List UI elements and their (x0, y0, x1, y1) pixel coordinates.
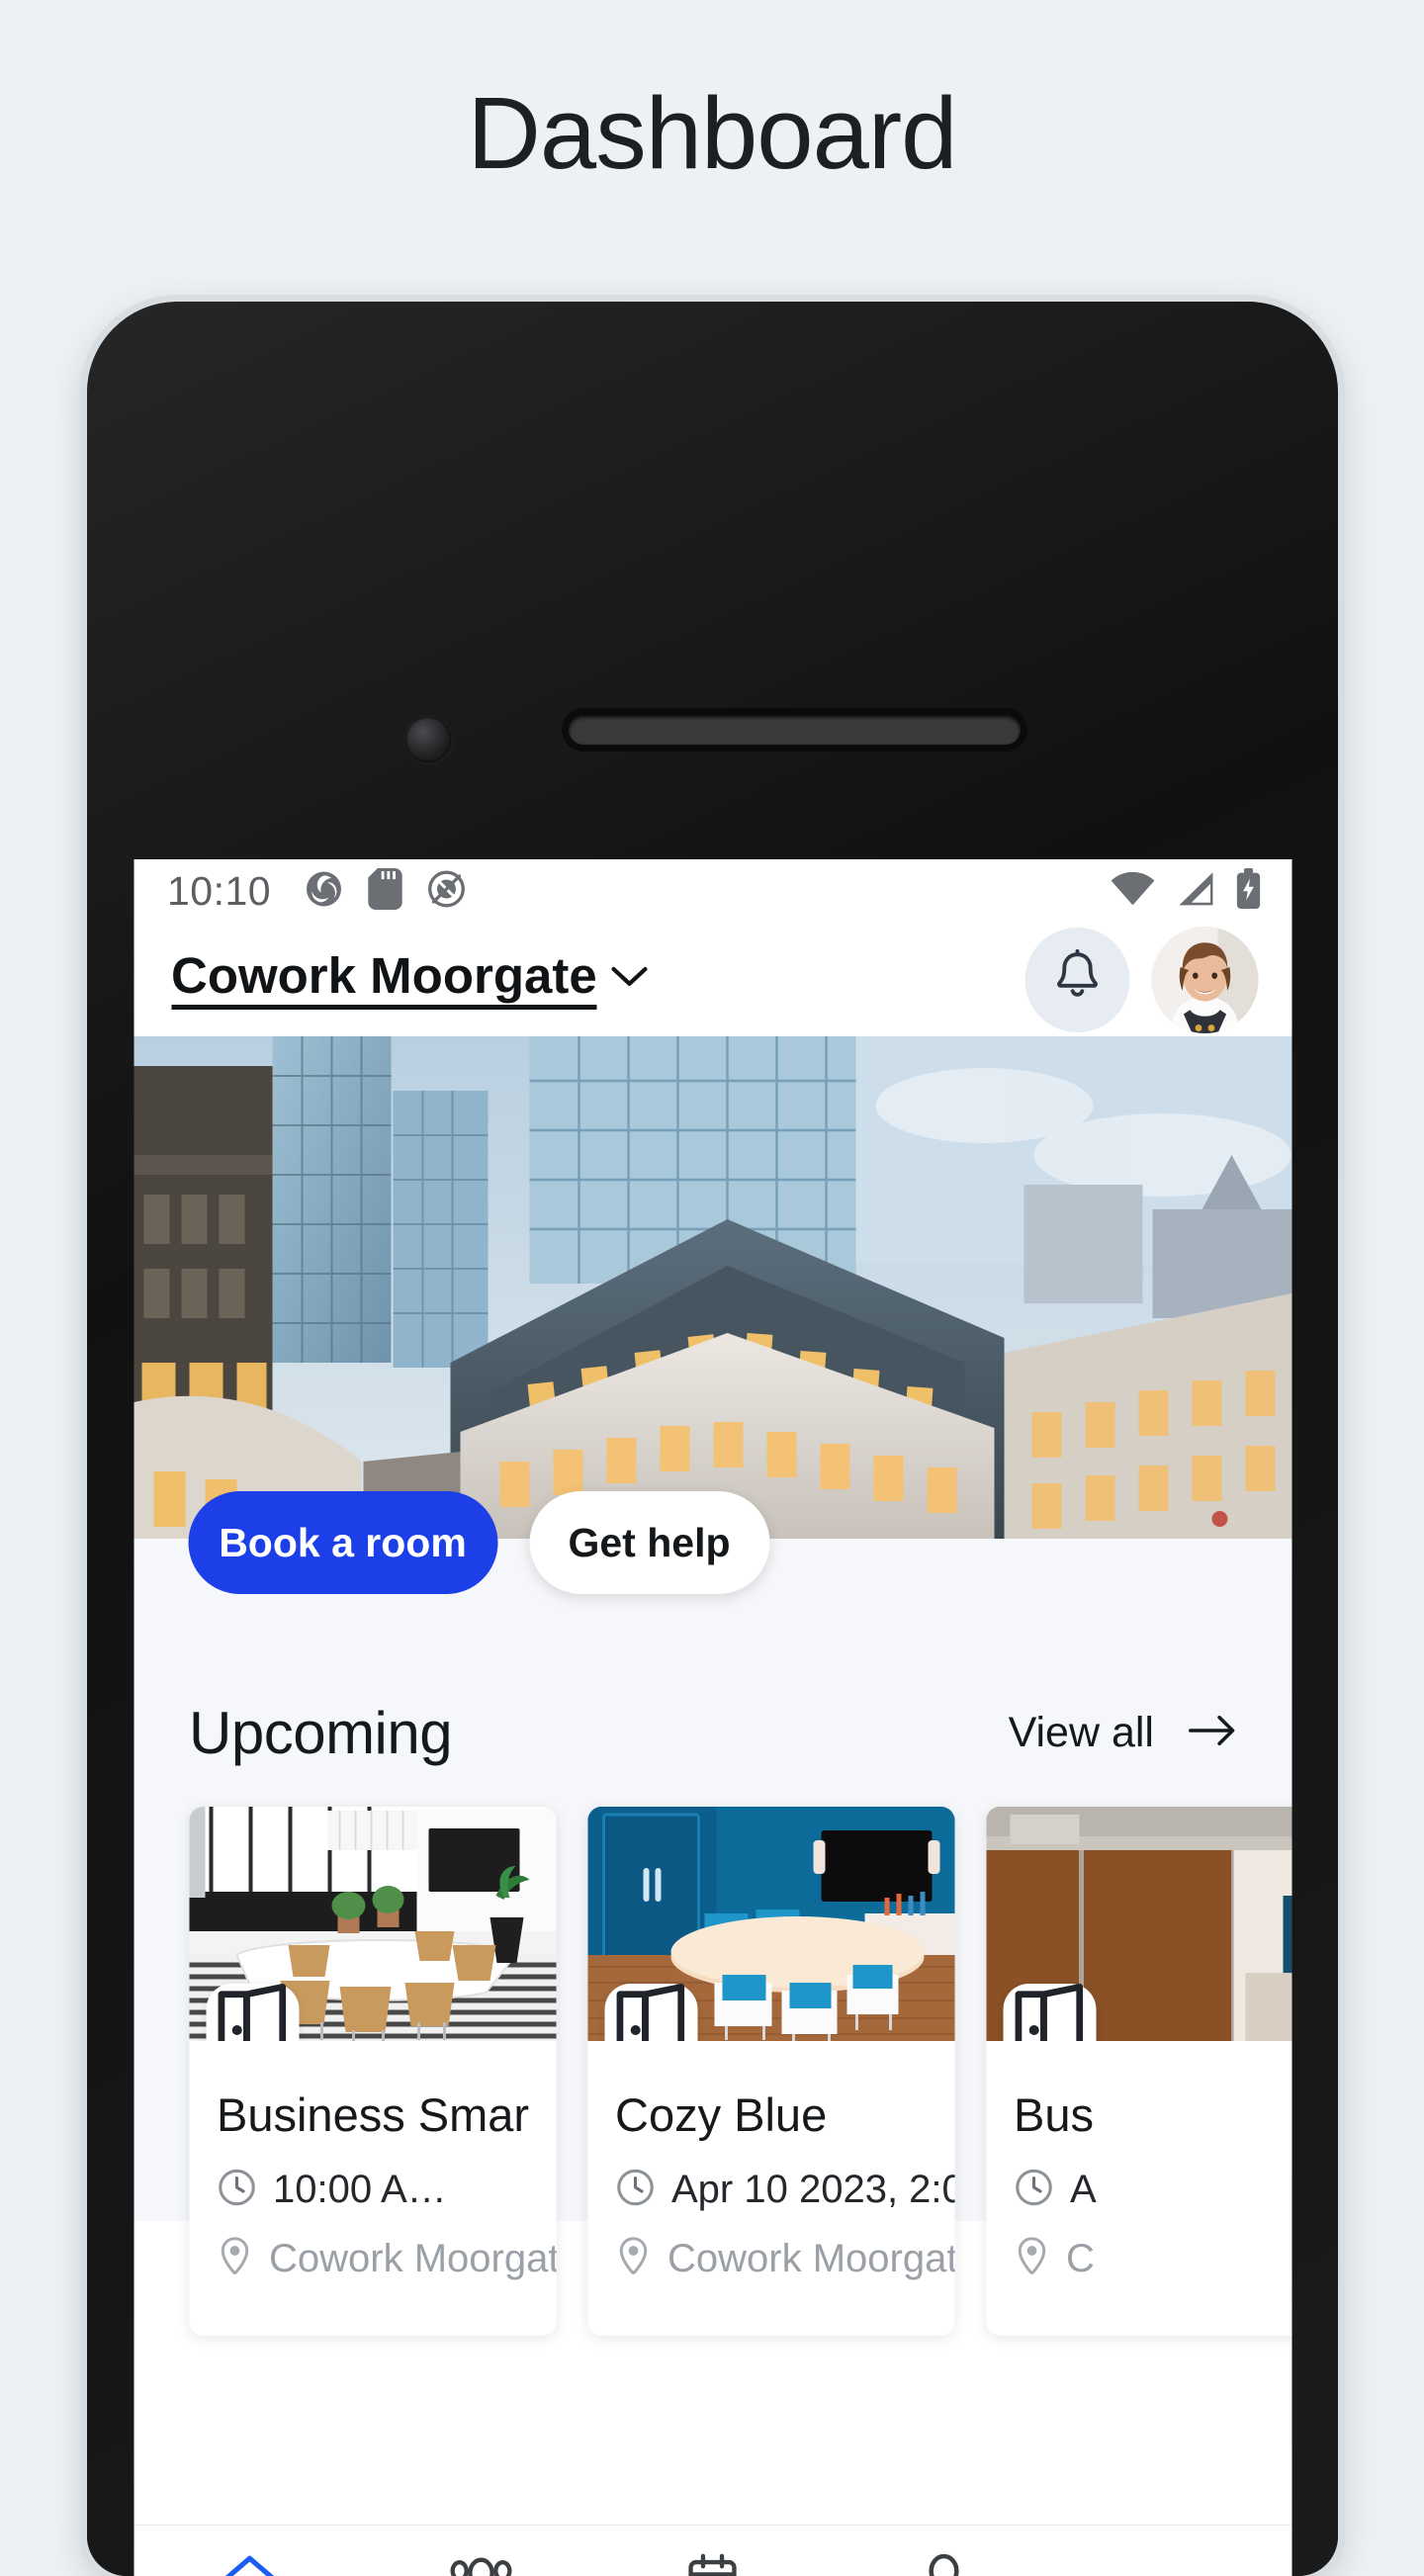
upcoming-header: Upcoming View all (134, 1699, 1291, 1767)
app-header: Cowork Moorgate (134, 923, 1291, 1036)
nav-item-show-all[interactable]: Show All (1060, 2552, 1291, 2576)
sync-icon (303, 868, 344, 915)
bell-icon (1051, 948, 1103, 1010)
cellular-signal-icon (1174, 869, 1215, 914)
status-bar: 10:10 (134, 859, 1291, 923)
front-camera-icon (405, 717, 451, 762)
room-photo (189, 1807, 556, 2041)
bottom-navigation-bar: Dashboard Community (134, 2525, 1291, 2576)
room-name: Bus (1014, 2088, 1094, 2141)
location-pin-icon (217, 2236, 252, 2282)
location-pin-icon (615, 2236, 651, 2282)
status-bar-left-icons (303, 867, 467, 915)
arrow-right-icon[interactable] (1188, 1714, 1237, 1752)
booking-time-row: 10:00 A… (217, 2168, 528, 2212)
hero-image (134, 1036, 1291, 1539)
room-photo (986, 1807, 1291, 2041)
location-pin-icon (1014, 2236, 1049, 2282)
door-icon (604, 1984, 697, 2041)
notifications-button[interactable] (1024, 927, 1129, 1032)
sd-card-icon (367, 867, 402, 915)
door-icon (1003, 1984, 1096, 2041)
get-help-button[interactable]: Get help (529, 1491, 769, 1594)
booking-time: Apr 10 2023, 2:0… (671, 2168, 954, 2211)
booking-time-row: A (1014, 2168, 1291, 2212)
page-title: Dashboard (467, 76, 958, 190)
booking-location-row: Cowork Moorgate (217, 2236, 556, 2282)
ellipsis-icon (1145, 2552, 1206, 2576)
booking-location: C (1066, 2237, 1095, 2280)
card-body: Business Smart 10:00 A… Cowork Moorgate (189, 2041, 556, 2336)
do-not-disturb-icon (425, 868, 467, 915)
chevron-down-icon (611, 965, 649, 994)
wifi-icon (1110, 871, 1155, 912)
clock-icon (1014, 2168, 1053, 2212)
upcoming-cards-carousel[interactable]: Business Smart 10:00 A… Cowork Moorgate … (134, 1807, 1291, 2336)
home-icon (218, 2552, 281, 2576)
upcoming-card[interactable]: Bus A C (986, 1807, 1291, 2336)
section-title: Upcoming (189, 1700, 453, 1766)
nav-item-meeting-rooms[interactable]: Meeting Rooms (596, 2552, 828, 2576)
upcoming-section: Upcoming View all Business Smart 10:00 A… (134, 1655, 1291, 2336)
booking-time-row: Apr 10 2023, 2:0… (615, 2168, 954, 2212)
booking-location: Cowork Moorgate (269, 2237, 556, 2280)
phone-device-frame: 10:10 Cowork Moorgate Book a room Get he… (87, 302, 1338, 2576)
book-a-room-button[interactable]: Book a room (188, 1491, 497, 1594)
nav-item-community[interactable]: Community (365, 2552, 596, 2576)
status-bar-right-icons (1110, 867, 1262, 915)
door-icon (206, 1984, 299, 2041)
earpiece-speaker (569, 715, 1021, 745)
upcoming-card[interactable]: Business Smart 10:00 A… Cowork Moorgate (189, 1807, 556, 2336)
battery-charging-icon (1234, 867, 1262, 915)
calendar-icon (684, 2552, 742, 2576)
booking-time: A (1070, 2168, 1097, 2211)
nav-item-dashboard[interactable]: Dashboard (134, 2552, 365, 2576)
booking-location: Cowork Moorgate (668, 2237, 954, 2280)
card-body: Cozy Blue Apr 10 2023, 2:0… (587, 2041, 954, 2336)
room-name: Cozy Blue (615, 2088, 828, 2141)
hero-actions: Book a room Get help (134, 1491, 1291, 1655)
room-name: Business Smart (217, 2088, 528, 2141)
clock-icon (217, 2168, 256, 2212)
upcoming-card[interactable]: Cozy Blue Apr 10 2023, 2:0… (587, 1807, 954, 2336)
location-name: Cowork Moorgate (171, 949, 597, 1010)
clock-icon (615, 2168, 655, 2212)
booking-time: 10:00 A… (273, 2168, 447, 2211)
avatar[interactable] (1151, 926, 1258, 1033)
nav-item-account[interactable]: Account (829, 2552, 1060, 2576)
booking-location-row: Cowork Moorgate (615, 2236, 954, 2282)
person-icon (917, 2552, 972, 2576)
booking-location-row: C (1014, 2236, 1291, 2282)
view-all-link[interactable]: View all (1009, 1709, 1154, 1757)
location-selector[interactable]: Cowork Moorgate (171, 949, 649, 1010)
people-icon (446, 2552, 515, 2576)
phone-screen: 10:10 Cowork Moorgate Book a room Get he… (134, 859, 1291, 2576)
card-body: Bus A C (986, 2041, 1291, 2336)
room-photo (587, 1807, 954, 2041)
status-bar-time: 10:10 (167, 867, 272, 914)
